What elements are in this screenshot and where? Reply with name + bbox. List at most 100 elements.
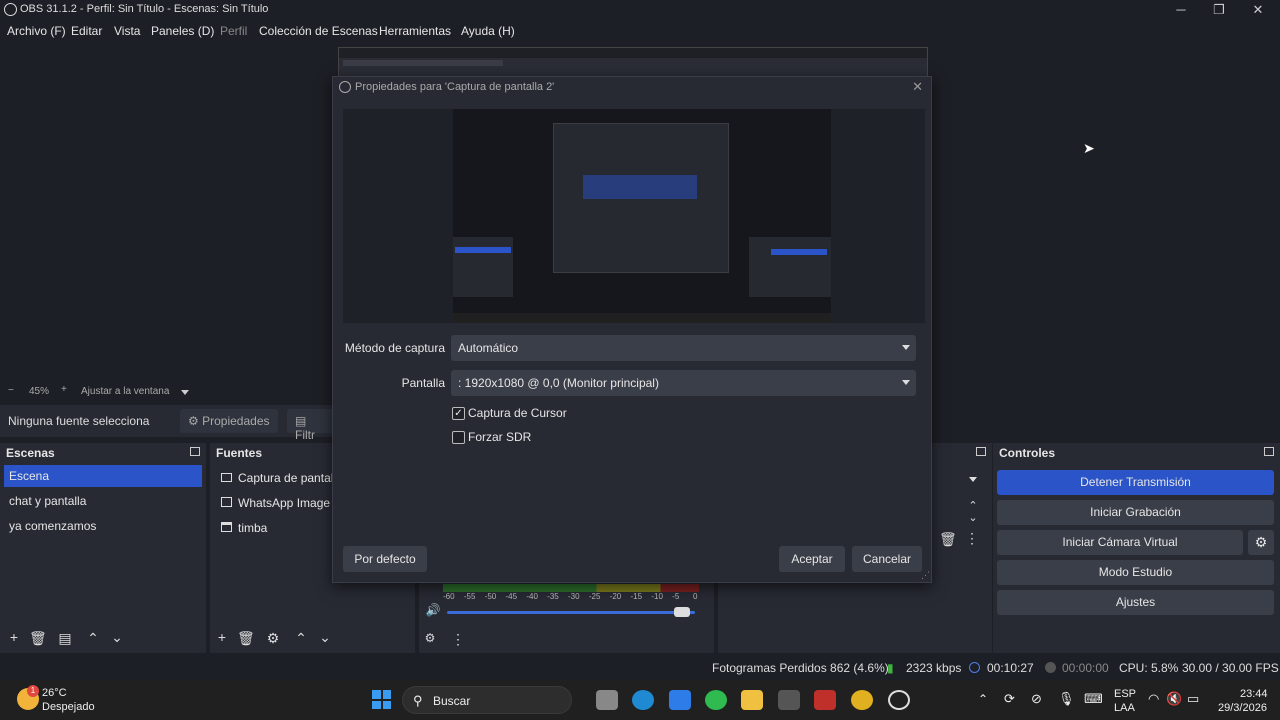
voicemeeter-icon[interactable]: [814, 690, 836, 710]
microphone-icon[interactable]: 🎙: [1058, 691, 1075, 707]
dialog-title: Propiedades para 'Captura de pantalla 2': [355, 81, 555, 93]
virtual-camera-settings-icon[interactable]: ⚙: [1248, 530, 1274, 555]
edge-icon[interactable]: [632, 690, 654, 710]
meter-tick-label: 0: [693, 592, 698, 601]
fit-window-option[interactable]: Ajustar a la ventana: [81, 386, 169, 397]
maximize-icon[interactable]: ❐: [1210, 1, 1228, 19]
live-time: 00:10:27: [987, 661, 1034, 675]
language-code[interactable]: ESP: [1114, 688, 1136, 700]
whatsapp-icon[interactable]: [705, 690, 727, 710]
studio-mode-button[interactable]: Modo Estudio: [997, 560, 1274, 585]
wifi-icon[interactable]: ◠: [1148, 691, 1159, 707]
menu-vista[interactable]: Vista: [114, 24, 140, 38]
force-sdr-label[interactable]: Forzar SDR: [468, 430, 531, 444]
keyboard-icon[interactable]: ⌨: [1084, 691, 1103, 707]
language-layout[interactable]: LAA: [1114, 702, 1135, 714]
add-icon[interactable]: +: [6, 629, 22, 645]
start-virtual-camera-button[interactable]: Iniciar Cámara Virtual: [997, 530, 1243, 555]
volume-slider-handle[interactable]: [674, 607, 691, 617]
windows-start-icon[interactable]: [372, 690, 391, 709]
captured-screen-thumbnail: [453, 109, 831, 323]
chevron-down-icon[interactable]: [969, 477, 977, 482]
chevron-down-icon[interactable]: [181, 390, 189, 395]
settings-button[interactable]: Ajustes: [997, 590, 1274, 615]
more-options-icon[interactable]: ⋮: [964, 530, 980, 547]
trash-icon[interactable]: 🗑: [939, 531, 957, 548]
menu-perfil[interactable]: Perfil: [220, 24, 247, 38]
move-down-icon[interactable]: ⌄: [317, 629, 333, 646]
capture-cursor-checkbox[interactable]: ✓: [452, 407, 465, 420]
capture-cursor-label[interactable]: Captura de Cursor: [468, 406, 567, 420]
filters-label: Filtr: [295, 428, 315, 442]
scene-item[interactable]: chat y pantalla: [4, 490, 202, 512]
file-explorer-icon[interactable]: [741, 690, 763, 710]
meter-tick-label: -15: [630, 592, 643, 601]
menu-archivo[interactable]: Archivo (F): [7, 24, 66, 38]
obs-taskbar-icon[interactable]: [888, 690, 910, 710]
taskbar-search-box[interactable]: ⚲ Buscar: [402, 686, 572, 714]
force-sdr-checkbox[interactable]: [452, 431, 465, 444]
trash-icon[interactable]: 🗑: [29, 630, 47, 647]
zoom-in-button[interactable]: +: [61, 384, 67, 395]
accept-button[interactable]: Aceptar: [779, 546, 845, 572]
weather-desc: Despejado: [42, 701, 95, 713]
cancel-button[interactable]: Cancelar: [852, 546, 922, 572]
scene-item[interactable]: ya comenzamos: [4, 515, 202, 537]
close-icon[interactable]: ✕: [912, 79, 923, 95]
image-icon: [221, 497, 232, 507]
meter-tick-label: -25: [588, 592, 601, 601]
store-icon[interactable]: [669, 690, 691, 710]
gear-icon[interactable]: ⚙: [265, 630, 281, 647]
popout-icon[interactable]: [190, 447, 200, 456]
scene-item[interactable]: Escena: [4, 465, 202, 487]
filter-icon[interactable]: ▤: [57, 630, 73, 647]
windows-taskbar: 1 26°C Despejado ⚲ Buscar ⌃ ⟳ ⊘ 🎙 ⌨ ESP …: [0, 680, 1280, 720]
spin-down-icon[interactable]: ⌄: [965, 511, 981, 524]
minimize-icon[interactable]: ─: [1172, 1, 1190, 19]
move-down-icon[interactable]: ⌄: [109, 629, 125, 646]
chevron-up-icon[interactable]: ⌃: [978, 692, 988, 706]
clock-date[interactable]: 29/3/2026: [1218, 702, 1267, 714]
clock-time[interactable]: 23:44: [1240, 688, 1268, 700]
volume-meter: [443, 584, 699, 592]
menu-editar[interactable]: Editar: [71, 24, 102, 38]
sync-icon[interactable]: ⟳: [1004, 691, 1015, 707]
move-up-icon[interactable]: ⌃: [85, 630, 101, 647]
meter-tick-label: -40: [526, 592, 538, 601]
calculator-icon[interactable]: [778, 690, 800, 710]
more-options-icon[interactable]: ⋮: [450, 631, 466, 648]
trash-icon[interactable]: 🗑: [237, 630, 255, 647]
close-icon[interactable]: ✕: [1249, 1, 1267, 19]
capture-method-select[interactable]: Automático: [451, 335, 916, 361]
menu-herramientas[interactable]: Herramientas: [379, 24, 451, 38]
search-placeholder: Buscar: [433, 694, 471, 708]
chrome-icon[interactable]: [851, 690, 873, 710]
zoom-out-button[interactable]: −: [8, 385, 14, 396]
task-view-icon[interactable]: [596, 690, 618, 710]
scenes-dock: Escenas Escena chat y pantalla ya comenz…: [0, 443, 206, 653]
move-up-icon[interactable]: ⌃: [293, 630, 309, 647]
filters-button[interactable]: ▤ Filtr: [287, 409, 337, 442]
properties-button[interactable]: ⚙ Propiedades: [180, 409, 278, 433]
volume-mute-icon[interactable]: 🔇: [1166, 691, 1182, 707]
menu-paneles[interactable]: Paneles (D): [151, 24, 214, 38]
title-bar: OBS 31.1.2 - Perfil: Sin Título - Escena…: [0, 0, 1280, 20]
gear-icon[interactable]: ⚙: [422, 631, 438, 645]
window-icon: [221, 522, 232, 532]
source-label: timba: [238, 521, 268, 535]
defaults-button[interactable]: Por defecto: [343, 546, 427, 572]
volume-slider[interactable]: [447, 607, 695, 617]
menu-coleccion[interactable]: Colección de Escenas: [259, 24, 378, 38]
meter-tick-label: -50: [484, 592, 497, 601]
popout-icon[interactable]: [976, 447, 986, 456]
start-recording-button[interactable]: Iniciar Grabación: [997, 500, 1274, 525]
network-off-icon[interactable]: ⊘: [1031, 691, 1042, 707]
add-icon[interactable]: +: [214, 629, 230, 645]
battery-icon[interactable]: ▭: [1187, 691, 1199, 707]
speaker-icon[interactable]: 🔊: [425, 603, 441, 617]
menu-ayuda[interactable]: Ayuda (H): [461, 24, 515, 38]
stop-streaming-button[interactable]: Detener Transmisión: [997, 470, 1274, 495]
popout-icon[interactable]: [1264, 447, 1274, 456]
resize-grip-icon[interactable]: ⋰: [921, 570, 930, 581]
display-select[interactable]: : 1920x1080 @ 0,0 (Monitor principal): [451, 370, 916, 396]
